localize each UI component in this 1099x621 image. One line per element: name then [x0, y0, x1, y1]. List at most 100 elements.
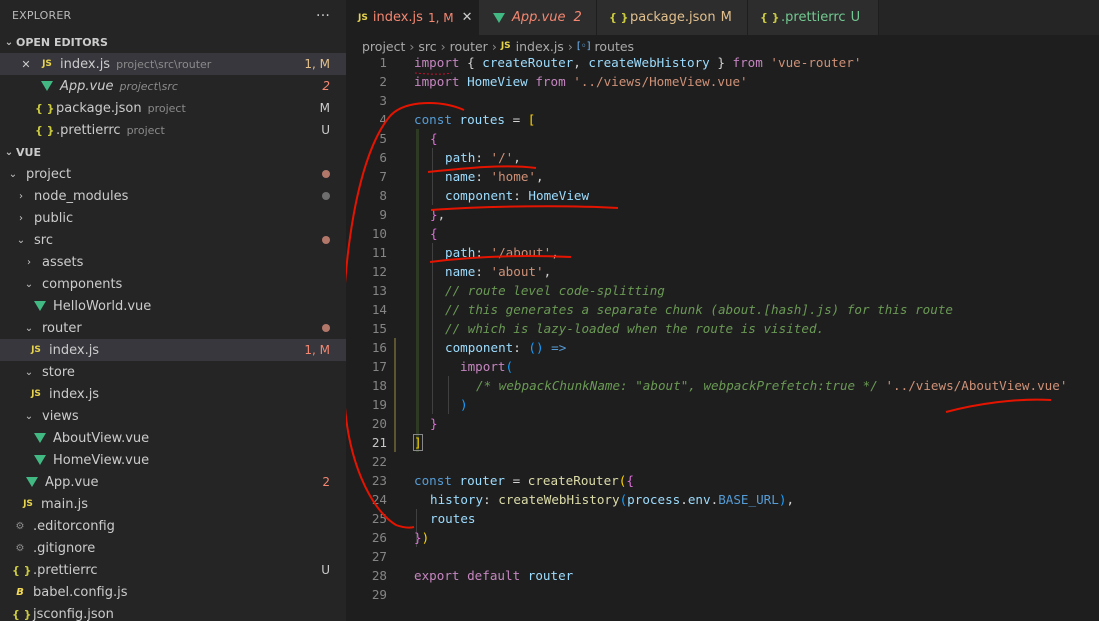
line-text: /* webpackChunkName: "about", webpackPre… [476, 376, 1067, 395]
line-text: name: 'about', [445, 262, 551, 281]
bracket: { [430, 226, 438, 241]
gear-icon: ⚙ [15, 520, 25, 532]
code-line: 14 // this generates a separate chunk (ab… [346, 300, 1099, 319]
keyword: import [460, 359, 506, 374]
open-editor-item[interactable]: ✕ JS index.js project\src\router 1, M [0, 53, 346, 75]
tree-item-label: index.js [49, 342, 100, 358]
tree-folder[interactable]: ⌄ router [0, 317, 346, 339]
tab-package-json[interactable]: { } package.json M [597, 0, 748, 35]
file-status: M [319, 101, 330, 115]
tree-folder[interactable]: ⌄ views [0, 405, 346, 427]
open-editor-item[interactable]: { } .prettierrc project U [0, 119, 346, 141]
breadcrumb-item[interactable]: routes [595, 39, 635, 54]
tree-file[interactable]: ⚙ .gitignore [0, 537, 346, 559]
tree-item-label: .editorconfig [33, 518, 115, 534]
bracket: { [626, 473, 634, 488]
tree-item-label: components [42, 276, 123, 292]
string: 'home' [490, 169, 537, 184]
chevron-down-icon: ⌄ [8, 168, 18, 180]
line-text: } [430, 414, 438, 433]
close-icon[interactable]: ✕ [18, 58, 34, 71]
tree-file[interactable]: App.vue 2 [0, 471, 346, 493]
tree-item-label: store [42, 364, 75, 380]
tree-file[interactable]: ⚙ .editorconfig [0, 515, 346, 537]
vue-file-icon [26, 477, 38, 487]
tree-item-label: public [34, 210, 74, 226]
chevron-down-icon: ⌄ [24, 366, 34, 378]
breadcrumb-item[interactable]: router [450, 39, 488, 54]
tree-file[interactable]: AboutView.vue [0, 427, 346, 449]
status-dot [322, 170, 330, 178]
bracket: [ [527, 112, 536, 127]
json-file-icon: { } [35, 101, 55, 115]
tab-index-js[interactable]: JS index.js 1, M ✕ [346, 0, 479, 35]
line-text: }) [414, 528, 429, 547]
punct: : [475, 245, 491, 260]
line-number: 4 [379, 112, 387, 127]
line-number: 23 [371, 473, 387, 488]
line-text: const routes = [ [414, 110, 535, 129]
punct: , [536, 169, 544, 184]
code-line: 17 import( [346, 357, 1099, 376]
tab-label: .prettierrc [781, 10, 846, 25]
open-editor-name: .prettierrc [56, 122, 121, 138]
line-text: { [430, 129, 438, 148]
js-file-icon: JS [358, 12, 368, 23]
tree-item-label: router [42, 320, 82, 336]
open-editor-item[interactable]: { } package.json project M [0, 97, 346, 119]
tree-file-selected[interactable]: JS index.js 1, M [0, 339, 346, 361]
punct: = [505, 112, 528, 127]
code-line: 9}, [346, 205, 1099, 224]
open-editors-section[interactable]: ⌄ OPEN EDITORS [0, 31, 346, 53]
breadcrumb-item[interactable]: src [418, 39, 436, 54]
tree-item-label: HelloWorld.vue [53, 298, 152, 314]
code-line: 2 import HomeView from '../views/HomeView… [346, 72, 1099, 91]
identifier: router [520, 568, 574, 583]
tree-file[interactable]: B babel.config.js [0, 581, 346, 603]
punct: , [543, 264, 552, 279]
tab-prettierrc[interactable]: { } .prettierrc U [748, 0, 879, 35]
keyword: default [459, 568, 521, 583]
code-editor[interactable]: 1 import { createRouter, createWebHistory… [346, 53, 1099, 604]
tree-folder[interactable]: › assets [0, 251, 346, 273]
breadcrumb-item[interactable]: index.js [516, 39, 564, 54]
tab-app-vue[interactable]: App.vue 2 [479, 0, 597, 35]
tree-file[interactable]: HelloWorld.vue [0, 295, 346, 317]
property: component [445, 188, 514, 203]
close-icon[interactable]: ✕ [462, 10, 473, 25]
line-number: 5 [379, 131, 387, 146]
property: component [445, 340, 514, 355]
tree-file[interactable]: HomeView.vue [0, 449, 346, 471]
line-text: // this generates a separate chunk (abou… [445, 300, 953, 319]
more-actions-icon[interactable]: ··· [316, 8, 330, 24]
tree-item-label: HomeView.vue [53, 452, 150, 468]
tree-folder[interactable]: ⌄ components [0, 273, 346, 295]
line-text: export default router [414, 566, 573, 585]
open-editor-item[interactable]: App.vue project\src 2 [0, 75, 346, 97]
line-number: 20 [371, 416, 387, 431]
tree-file[interactable]: JS index.js [0, 383, 346, 405]
workspace-section[interactable]: ⌄ VUE [0, 141, 346, 163]
tree-file[interactable]: JS main.js [0, 493, 346, 515]
file-status: U [321, 123, 330, 137]
punct: . [680, 492, 688, 507]
punct: : [475, 169, 491, 184]
json-file-icon: { } [35, 123, 55, 137]
tree-folder[interactable]: ⌄ project [0, 163, 346, 185]
tree-folder[interactable]: ⌄ store [0, 361, 346, 383]
line-number: 1 [379, 55, 387, 70]
identifier: createWebHistory [588, 55, 710, 70]
tree-folder[interactable]: ⌄ src [0, 229, 346, 251]
tree-folder[interactable]: › node_modules [0, 185, 346, 207]
property: path [445, 150, 476, 165]
tree-file[interactable]: { } .prettierrc U [0, 559, 346, 581]
line-number: 26 [371, 530, 387, 545]
tree-folder[interactable]: › public [0, 207, 346, 229]
js-file-icon: JS [500, 41, 511, 51]
line-number: 18 [371, 378, 387, 393]
line-text: }, [430, 205, 445, 224]
breadcrumb-item[interactable]: project [362, 39, 405, 54]
tree-file[interactable]: { } jsconfig.json [0, 603, 346, 621]
tab-status: U [850, 10, 861, 25]
property: name [445, 264, 476, 279]
